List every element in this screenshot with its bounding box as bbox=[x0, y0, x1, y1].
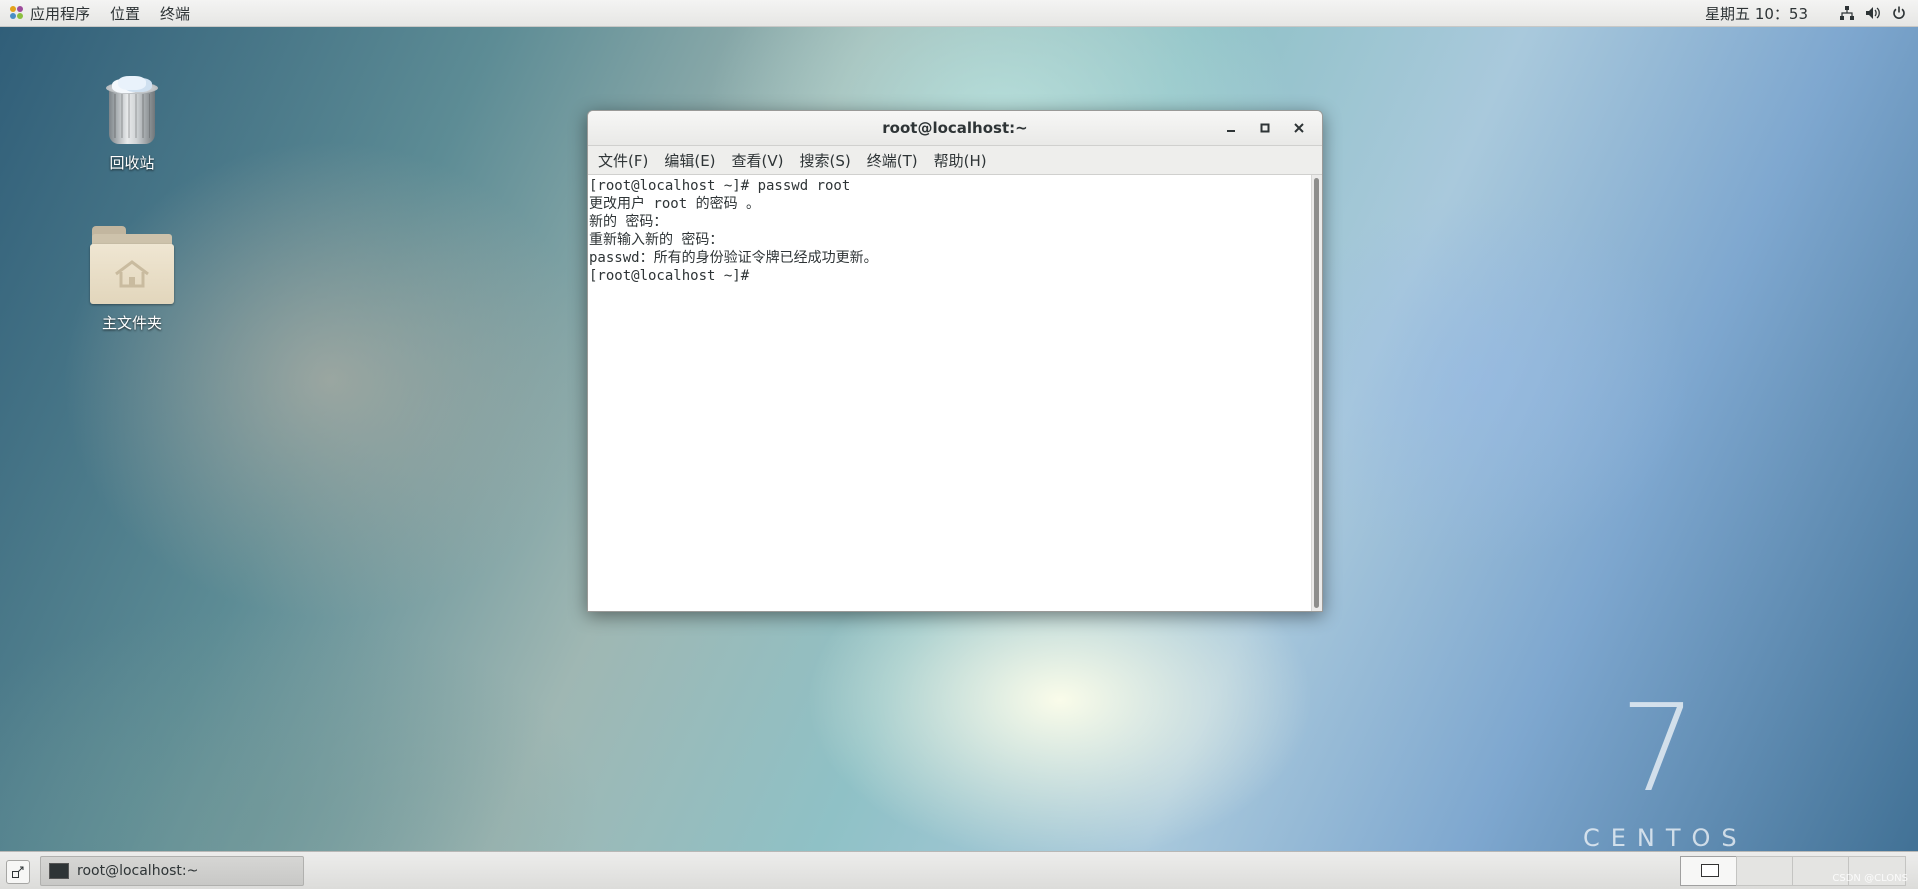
terminal-line: [root@localhost ~]# bbox=[589, 268, 750, 284]
volume-icon[interactable] bbox=[1860, 0, 1886, 26]
csdn-watermark: CSDN @CLONS bbox=[1832, 873, 1908, 884]
terminal-window[interactable]: root@localhost:~ 文件(F) 编辑(E) 查看(V) 搜索(S)… bbox=[587, 110, 1323, 612]
terminal-line: 更改用户 root 的密码 。 bbox=[589, 196, 761, 212]
terminal-line: passwd：所有的身份验证令牌已经成功更新。 bbox=[589, 250, 878, 266]
terminal-output[interactable]: [root@localhost ~]# passwd root 更改用户 roo… bbox=[588, 175, 1312, 611]
desktop-home-folder[interactable]: 主文件夹 bbox=[72, 224, 192, 333]
menu-view[interactable]: 查看(V) bbox=[724, 150, 792, 171]
terminal-menubar: 文件(F) 编辑(E) 查看(V) 搜索(S) 终端(T) 帮助(H) bbox=[588, 146, 1322, 175]
applications-menu-label: 应用程序 bbox=[30, 4, 91, 23]
menu-help[interactable]: 帮助(H) bbox=[926, 150, 995, 171]
desktop-home-folder-label: 主文件夹 bbox=[101, 314, 162, 332]
minimize-button[interactable] bbox=[1214, 113, 1248, 143]
top-panel: 应用程序 位置 终端 星期五 10：53 bbox=[0, 0, 1918, 27]
terminal-scrollbar[interactable] bbox=[1311, 175, 1322, 611]
menu-terminal[interactable]: 终端(T) bbox=[859, 150, 926, 171]
bottom-panel: root@localhost:~ CSDN @CLONS bbox=[0, 851, 1918, 889]
taskbar-terminal-button[interactable]: root@localhost:~ bbox=[40, 856, 304, 886]
desktop-trash-label: 回收站 bbox=[109, 154, 155, 172]
trash-icon bbox=[104, 76, 160, 146]
apps-logo-icon bbox=[10, 6, 24, 20]
centos-watermark-number: 7 bbox=[1620, 680, 1697, 819]
show-desktop-button[interactable] bbox=[6, 860, 30, 884]
clock[interactable]: 星期五 10：53 bbox=[1705, 3, 1808, 24]
workspace-window-preview bbox=[1701, 864, 1719, 877]
centos-watermark-text: CENTOS bbox=[1583, 824, 1748, 852]
terminal-line: 重新输入新的 密码： bbox=[589, 232, 724, 248]
applications-menu[interactable]: 应用程序 bbox=[0, 0, 100, 26]
terminal-app-menu[interactable]: 终端 bbox=[150, 0, 200, 26]
close-button[interactable] bbox=[1282, 113, 1316, 143]
terminal-icon bbox=[49, 863, 69, 879]
taskbar-terminal-label: root@localhost:~ bbox=[77, 863, 199, 879]
terminal-line: [root@localhost ~]# passwd root bbox=[589, 178, 851, 194]
scrollbar-thumb[interactable] bbox=[1314, 178, 1319, 608]
terminal-line: 新的 密码： bbox=[589, 214, 668, 230]
terminal-title: root@localhost:~ bbox=[882, 119, 1028, 137]
places-menu[interactable]: 位置 bbox=[100, 0, 150, 26]
menu-file[interactable]: 文件(F) bbox=[590, 150, 656, 171]
maximize-button[interactable] bbox=[1248, 113, 1282, 143]
workspace-2[interactable] bbox=[1736, 856, 1794, 886]
terminal-app-menu-label: 终端 bbox=[160, 4, 191, 23]
menu-search[interactable]: 搜索(S) bbox=[792, 150, 859, 171]
menu-edit[interactable]: 编辑(E) bbox=[656, 150, 723, 171]
network-icon[interactable] bbox=[1834, 0, 1860, 26]
workspace-1[interactable] bbox=[1680, 856, 1738, 886]
places-menu-label: 位置 bbox=[110, 4, 141, 23]
terminal-titlebar[interactable]: root@localhost:~ bbox=[588, 111, 1322, 146]
desktop-trash[interactable]: 回收站 bbox=[72, 76, 192, 173]
power-icon[interactable] bbox=[1886, 0, 1912, 26]
home-folder-icon bbox=[90, 224, 174, 304]
